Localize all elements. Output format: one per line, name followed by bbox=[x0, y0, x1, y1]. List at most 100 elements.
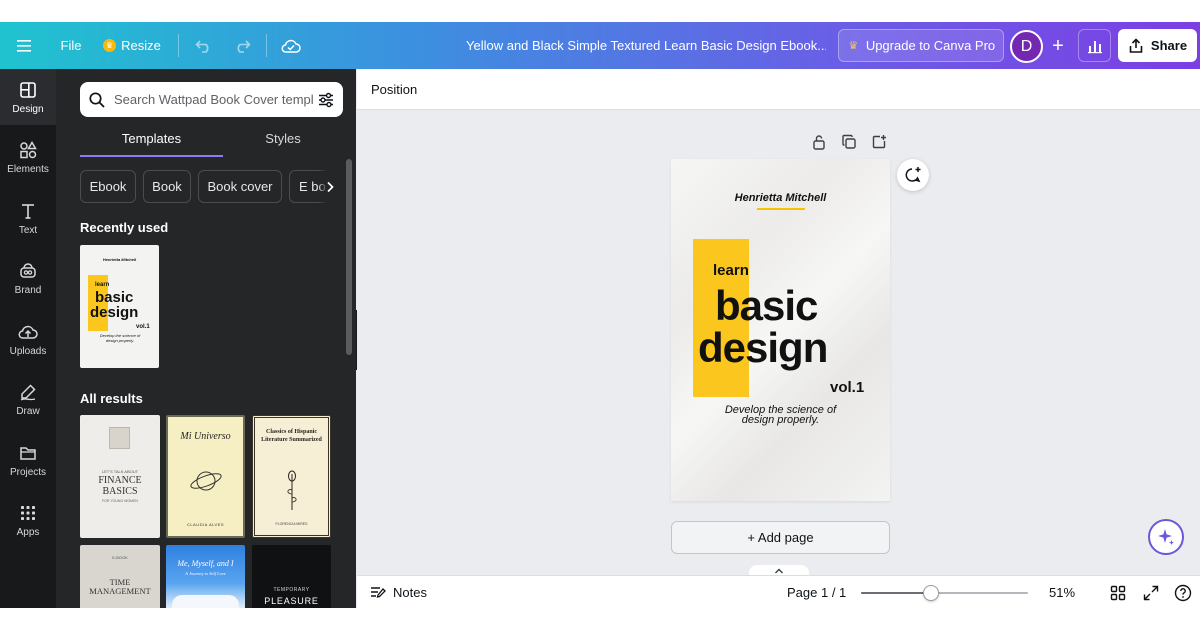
rail-label: Elements bbox=[7, 163, 49, 175]
notes-button[interactable]: Notes bbox=[370, 576, 427, 608]
top-bar: File ♛ Resize Yellow and Black Simple Te… bbox=[0, 22, 1200, 69]
search-input[interactable] bbox=[114, 92, 314, 107]
rail-item-design[interactable]: Design bbox=[0, 69, 56, 125]
cloud-saved-icon[interactable] bbox=[276, 22, 306, 69]
template-result-mi-universo[interactable]: Mi Universo CLAUDIA ALVES bbox=[166, 415, 245, 538]
panel-tabs: Templates Styles bbox=[80, 129, 343, 157]
thumb-basic: basic bbox=[95, 289, 134, 306]
cover-volume-text[interactable]: vol.1 bbox=[830, 379, 864, 396]
rail-item-uploads[interactable]: Uploads bbox=[0, 311, 56, 367]
rail-item-elements[interactable]: Elements bbox=[0, 129, 56, 185]
share-label: Share bbox=[1150, 38, 1188, 53]
editor-footer: Notes Page 1 / 1 51% bbox=[357, 575, 1200, 608]
cover-learn-text[interactable]: learn bbox=[713, 262, 749, 279]
thumb-title-line1: FINANCE bbox=[98, 475, 142, 486]
thumb-design: design bbox=[90, 304, 139, 321]
cover-author-underline bbox=[757, 208, 805, 210]
thumb-title-line2: MANAGEMENT bbox=[89, 586, 151, 596]
add-collaborator-plus-icon[interactable]: + bbox=[1043, 30, 1073, 63]
recently-used-heading: Recently used bbox=[80, 220, 169, 235]
thumb-vol: vol.1 bbox=[136, 324, 150, 330]
zoom-percentage[interactable]: 51% bbox=[1037, 576, 1087, 608]
template-result-me-myself-and-i[interactable]: Me, Myself, and I A Journey to Self Love bbox=[166, 545, 245, 608]
template-result-temporary-pleasure[interactable]: TEMPORARY PLEASURE bbox=[252, 545, 331, 608]
position-button[interactable]: Position bbox=[371, 69, 417, 110]
thumb-author: Henrietta Mitchell bbox=[102, 257, 137, 262]
flower-illustration-icon bbox=[287, 470, 297, 510]
thumb-title-line2: BASICS bbox=[102, 486, 138, 497]
tab-templates[interactable]: Templates bbox=[80, 129, 223, 157]
rail-label: Design bbox=[12, 103, 44, 115]
cover-author-name[interactable]: Henrietta Mitchell bbox=[671, 192, 890, 204]
magic-sparkle-icon[interactable] bbox=[1148, 519, 1184, 555]
template-result-time-management[interactable]: E-BOOK TIME MANAGEMENT bbox=[80, 545, 160, 608]
context-toolbar: Position bbox=[357, 69, 1200, 110]
add-page-button[interactable]: + Add page bbox=[671, 521, 890, 554]
undo-icon[interactable] bbox=[190, 22, 218, 69]
design-icon bbox=[20, 81, 36, 98]
upgrade-to-pro-button[interactable]: ♛ Upgrade to Canva Pro bbox=[838, 29, 1004, 62]
crown-icon: ♛ bbox=[848, 40, 859, 52]
zoom-slider-fill bbox=[861, 592, 932, 594]
user-avatar[interactable]: D bbox=[1010, 30, 1043, 63]
resize-button[interactable]: ♛ Resize bbox=[102, 22, 162, 69]
brand-icon bbox=[20, 262, 36, 278]
left-navigation-rail: Design Elements Text Brand Uploads Draw … bbox=[0, 69, 56, 608]
page-toolbar bbox=[810, 133, 888, 151]
rail-label: Apps bbox=[16, 526, 40, 538]
rail-item-text[interactable]: Text bbox=[0, 190, 56, 246]
chip-book[interactable]: Book bbox=[143, 170, 191, 203]
fullscreen-icon[interactable] bbox=[1141, 583, 1161, 603]
chip-ebook[interactable]: Ebook bbox=[80, 170, 136, 203]
filter-sliders-icon[interactable] bbox=[317, 91, 335, 109]
cover-basic-text[interactable]: basic bbox=[715, 284, 818, 328]
zoom-slider-handle[interactable] bbox=[923, 585, 940, 601]
template-result-finance-basics[interactable]: LET'S TALK ABOUT FINANCE BASICS FOR YOUN… bbox=[80, 415, 160, 538]
share-button[interactable]: Share bbox=[1118, 29, 1197, 62]
help-icon[interactable] bbox=[1173, 583, 1193, 603]
hamburger-menu-icon[interactable] bbox=[10, 22, 38, 69]
upgrade-label: Upgrade to Canva Pro bbox=[865, 38, 996, 53]
rail-item-apps[interactable]: Apps bbox=[0, 492, 56, 548]
grid-view-icon[interactable] bbox=[1108, 583, 1128, 603]
tab-styles[interactable]: Styles bbox=[223, 129, 343, 157]
file-menu-button[interactable]: File bbox=[56, 22, 86, 69]
panel-scrollbar[interactable] bbox=[346, 159, 352, 355]
page-indicator[interactable]: Page 1 / 1 bbox=[787, 576, 846, 608]
redo-icon[interactable] bbox=[228, 22, 256, 69]
template-result-hispanic-literature[interactable]: Classics of Hispanic Literature Summariz… bbox=[252, 415, 331, 538]
thumb-title: Me, Myself, and I bbox=[177, 559, 234, 568]
document-title[interactable]: Yellow and Black Simple Textured Learn B… bbox=[466, 22, 826, 69]
suggestion-chips: Ebook Book Book cover E bo bbox=[80, 170, 342, 204]
template-search-box[interactable] bbox=[80, 82, 343, 117]
rail-item-projects[interactable]: Projects bbox=[0, 432, 56, 488]
rail-label: Brand bbox=[14, 284, 42, 296]
lock-icon[interactable] bbox=[810, 133, 828, 151]
add-comment-icon[interactable] bbox=[897, 159, 929, 191]
thumb-tagline: Develop the science of design properly. bbox=[99, 333, 141, 343]
crown-icon: ♛ bbox=[103, 39, 117, 52]
duplicate-page-icon[interactable] bbox=[840, 133, 858, 151]
cover-tagline[interactable]: Develop the science of design properly. bbox=[671, 405, 890, 426]
recent-template-thumbnail[interactable]: Henrietta Mitchell learn basic design vo… bbox=[80, 245, 159, 368]
thumb-title-line2: PLEASURE bbox=[264, 596, 319, 606]
add-page-icon[interactable] bbox=[870, 133, 888, 151]
thumb-title: Mi Universo bbox=[180, 431, 231, 442]
uploads-icon bbox=[18, 325, 38, 339]
design-page-canvas[interactable]: Henrietta Mitchell learn basic design vo… bbox=[671, 159, 890, 501]
chevron-right-icon[interactable] bbox=[318, 170, 342, 203]
chip-book-cover[interactable]: Book cover bbox=[198, 170, 282, 203]
search-icon bbox=[89, 91, 105, 108]
rail-label: Text bbox=[18, 224, 38, 236]
all-results-heading: All results bbox=[80, 391, 143, 406]
rail-label: Draw bbox=[16, 405, 40, 417]
planet-illustration-icon bbox=[190, 471, 222, 491]
zoom-slider-track[interactable] bbox=[861, 592, 1028, 594]
thumb-title: Classics of Hispanic Literature Summariz… bbox=[261, 429, 322, 443]
resize-label: Resize bbox=[121, 38, 161, 53]
insights-chart-icon[interactable] bbox=[1078, 29, 1111, 62]
thumb-learn: learn bbox=[95, 282, 110, 288]
rail-item-draw[interactable]: Draw bbox=[0, 371, 56, 427]
rail-item-brand[interactable]: Brand bbox=[0, 250, 56, 306]
cover-design-text[interactable]: design bbox=[698, 326, 828, 370]
